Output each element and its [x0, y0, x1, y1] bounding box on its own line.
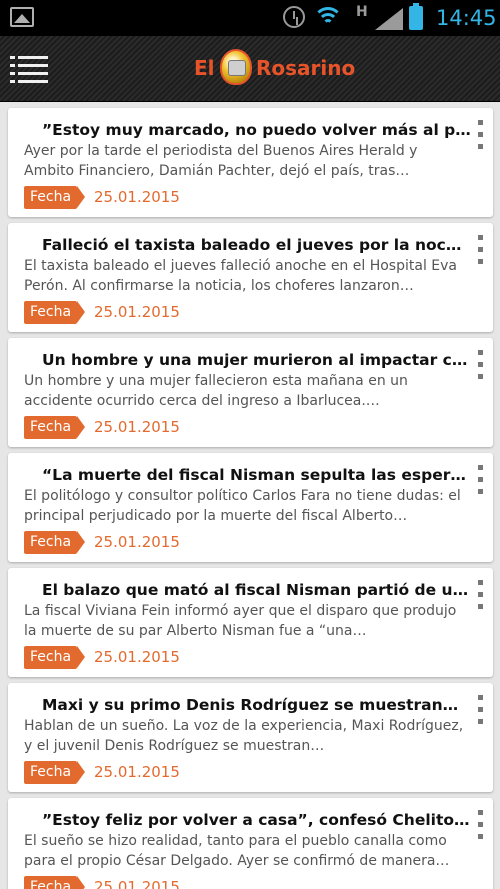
status-bar: H 14:45: [0, 0, 500, 36]
news-title: Un hombre y una mujer murieron al impact…: [42, 351, 472, 369]
overflow-menu-icon[interactable]: [474, 810, 486, 840]
news-card[interactable]: “La muerte del fiscal Nisman sepulta las…: [8, 453, 493, 562]
news-excerpt: Ayer por la tarde el periodista del Buen…: [24, 143, 418, 179]
news-title: “La muerte del fiscal Nisman sepulta las…: [42, 466, 472, 484]
news-title: Maxi y su primo Denis Rodríguez se muest…: [42, 696, 459, 714]
news-card[interactable]: ”Estoy feliz por volver a casa”, confesó…: [8, 798, 493, 889]
news-card[interactable]: El balazo que mató al fiscal Nisman part…: [8, 568, 493, 677]
overflow-menu-icon[interactable]: [474, 465, 486, 495]
alarm-icon: [283, 6, 305, 28]
news-card[interactable]: Maxi y su primo Denis Rodríguez se muest…: [8, 683, 493, 792]
date-badge: Fecha: [24, 186, 86, 209]
overflow-menu-icon[interactable]: [474, 350, 486, 380]
date-badge: Fecha: [24, 876, 86, 889]
date-badge: Fecha: [24, 761, 86, 784]
news-title: El balazo que mató al fiscal Nisman part…: [42, 581, 472, 599]
overflow-menu-icon[interactable]: [474, 235, 486, 265]
news-date: 25.01.2015: [94, 763, 180, 781]
date-badge: Fecha: [24, 531, 86, 554]
logo-text-rosarino: Rosarino: [256, 56, 356, 80]
news-card[interactable]: Falleció el taxista baleado el jueves po…: [8, 223, 493, 332]
date-badge: Fecha: [24, 646, 86, 669]
news-date: 25.01.2015: [94, 878, 180, 889]
news-date: 25.01.2015: [94, 188, 180, 206]
news-date: 25.01.2015: [94, 648, 180, 666]
news-excerpt: La fiscal Viviana Fein informó ayer que …: [24, 603, 457, 639]
news-list[interactable]: ”Estoy muy marcado, no puedo volver más …: [0, 102, 500, 889]
battery-icon: [409, 3, 423, 30]
menu-icon[interactable]: [10, 56, 48, 84]
date-badge: Fecha: [24, 301, 86, 324]
news-card[interactable]: Un hombre y una mujer murieron al impact…: [8, 338, 493, 447]
image-notification-icon: [10, 7, 34, 27]
overflow-menu-icon[interactable]: [474, 695, 486, 725]
logo-text-el: El: [194, 56, 215, 80]
news-date: 25.01.2015: [94, 418, 180, 436]
date-badge: Fecha: [24, 416, 86, 439]
news-title: ”Estoy feliz por volver a casa”, confesó…: [42, 811, 470, 829]
news-date: 25.01.2015: [94, 303, 180, 321]
news-excerpt: El taxista baleado el jueves falleció an…: [24, 258, 457, 294]
news-date: 25.01.2015: [94, 533, 180, 551]
news-title: ”Estoy muy marcado, no puedo volver más …: [42, 121, 472, 139]
news-title: Falleció el taxista baleado el jueves po…: [42, 236, 472, 254]
app-bar: El Rosarino: [0, 36, 500, 102]
wifi-icon: [313, 5, 343, 31]
news-excerpt: El politólogo y consultor político Carlo…: [24, 488, 461, 524]
helmet-logo-icon: [220, 49, 252, 85]
news-excerpt: El sueño se hizo realidad, tanto para el…: [24, 833, 450, 869]
status-clock: 14:45: [436, 6, 497, 30]
network-type-label: H: [356, 4, 368, 20]
news-excerpt: Un hombre y una mujer fallecieron esta m…: [24, 373, 408, 409]
app-logo: El Rosarino: [194, 49, 364, 89]
news-card[interactable]: ”Estoy muy marcado, no puedo volver más …: [8, 108, 493, 217]
overflow-menu-icon[interactable]: [474, 120, 486, 150]
news-excerpt: Hablan de un sueño. La voz de la experie…: [24, 718, 464, 754]
signal-icon: [375, 8, 403, 30]
overflow-menu-icon[interactable]: [474, 580, 486, 610]
